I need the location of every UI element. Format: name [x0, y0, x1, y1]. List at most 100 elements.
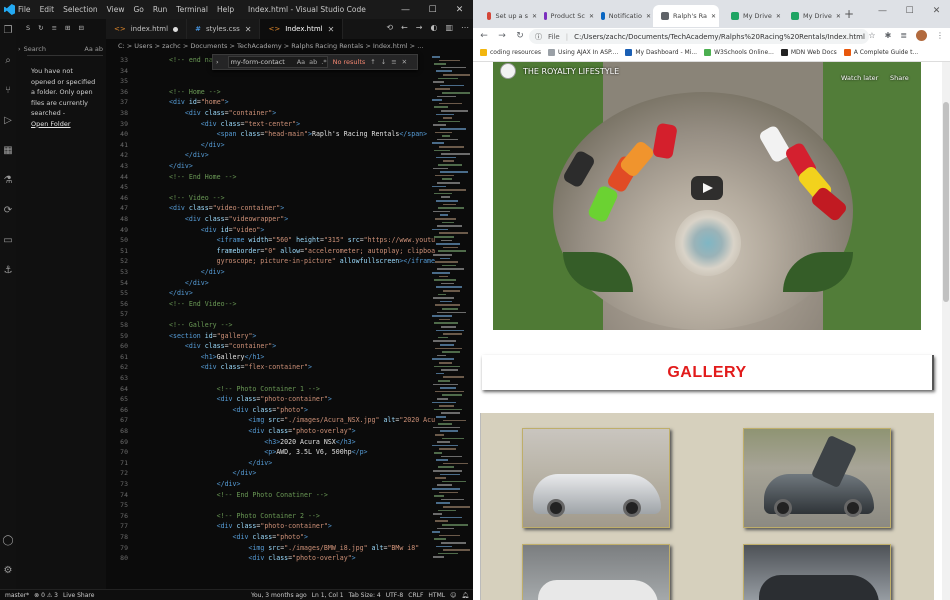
notifications-icon[interactable]: 🔔︎ — [461, 592, 469, 599]
close-tab-icon[interactable]: ✕ — [328, 25, 335, 34]
breadcrumb[interactable]: C: > Users > zachc > Documents > TechAca… — [106, 39, 473, 52]
feedback-icon[interactable]: ☺ — [450, 592, 456, 599]
maximize-icon[interactable]: ☐ — [896, 0, 923, 22]
code-line[interactable]: <!-- Photo Container 2 --> — [169, 512, 320, 520]
code-line[interactable]: </div> — [169, 480, 241, 488]
go-back-icon[interactable]: ← — [401, 23, 408, 32]
code-line[interactable]: <div class="photo-overlay"> — [169, 554, 355, 562]
code-line[interactable]: </div> — [169, 459, 272, 467]
split-editor-icon[interactable]: ▥ — [445, 23, 453, 32]
watch-later-button[interactable]: Watch later — [841, 74, 878, 82]
next-match-icon[interactable]: ↓ — [381, 58, 386, 66]
account-icon[interactable]: ◯ — [2, 535, 14, 547]
reading-list-icon[interactable]: ≣ — [900, 31, 907, 40]
code-line[interactable]: <div id="home"> — [169, 98, 229, 106]
eol-status[interactable]: CRLF — [408, 592, 423, 599]
reload-icon[interactable]: ↻ — [513, 29, 527, 43]
branch-status[interactable]: master* — [5, 592, 29, 599]
code-line[interactable]: <div class="container"> — [169, 109, 276, 117]
menu-item-terminal[interactable]: Terminal — [176, 5, 208, 14]
chrome-menu-icon[interactable]: ⋮ — [936, 31, 944, 40]
code-line[interactable]: <div class="photo-overlay"> — [169, 427, 355, 435]
bookmark-item[interactable]: W3Schools Online... — [704, 49, 774, 56]
page-scrollbar[interactable] — [942, 62, 950, 600]
code-line[interactable]: <div class="videowrapper"> — [169, 215, 288, 223]
scrollbar-thumb[interactable] — [943, 102, 949, 302]
clear-icon[interactable]: ≡ — [52, 24, 57, 32]
folder-icon[interactable]: ▭ — [2, 235, 14, 247]
code-line[interactable]: <!-- End Video--> — [169, 300, 237, 308]
find-in-selection-icon[interactable]: ≡ — [391, 58, 396, 66]
menu-item-run[interactable]: Run — [153, 5, 167, 14]
extensions-icon[interactable]: ▦ — [2, 145, 14, 157]
live-share-icon[interactable]: ⚓ — [2, 265, 14, 277]
code-line[interactable]: <!-- Home --> — [169, 88, 221, 96]
close-icon[interactable]: ✕ — [446, 0, 473, 19]
code-line[interactable]: gyroscope; picture-in-picture" allowfull… — [169, 257, 435, 265]
code-line[interactable]: </div> — [169, 162, 193, 170]
open-changes-icon[interactable]: ◐ — [430, 23, 437, 32]
new-search-icon[interactable]: ⊞ — [65, 24, 70, 32]
photo-car-4[interactable] — [743, 544, 891, 600]
code-line[interactable]: <div class="flex-container"> — [169, 363, 312, 371]
run-debug-icon[interactable]: ▷ — [2, 115, 14, 127]
menu-item-help[interactable]: Help — [217, 5, 234, 14]
whole-word-icon[interactable]: ab — [309, 58, 317, 66]
source-control-icon[interactable]: ⑂ — [2, 85, 14, 97]
menu-item-edit[interactable]: Edit — [40, 5, 55, 14]
code-line[interactable]: </div> — [169, 289, 193, 297]
live-share-status[interactable]: Live Share — [63, 592, 94, 599]
browser-tab[interactable]: Product Sc ✕ — [536, 5, 594, 27]
close-icon[interactable]: ✕ — [923, 0, 950, 22]
more-actions-icon[interactable]: ⋯ — [461, 23, 469, 32]
code-line[interactable]: </div> — [169, 151, 209, 159]
code-line[interactable]: <!-- end na — [169, 56, 213, 64]
bookmark-star-icon[interactable]: ☆ — [868, 31, 875, 40]
bookmark-item[interactable]: Using AJAX In ASP.... — [548, 49, 618, 56]
bookmark-item[interactable]: A Complete Guide t... — [843, 49, 918, 56]
minimize-icon[interactable]: — — [392, 0, 419, 19]
tab-index-html[interactable]: <> index.html — [106, 19, 188, 39]
close-tab-icon[interactable]: ✕ — [776, 13, 781, 20]
match-case-icon[interactable]: Aa — [297, 58, 305, 66]
code-line[interactable]: <div class="photo"> — [169, 406, 309, 414]
code-line[interactable]: <div class="text-center"> — [169, 120, 300, 128]
video-title[interactable]: THE ROYALTY LIFESTYLE — [523, 67, 619, 76]
bookmark-item[interactable]: coding resources — [480, 49, 541, 56]
code-line[interactable]: </div> — [169, 279, 209, 287]
git-blame-status[interactable]: You, 3 months ago — [251, 592, 307, 599]
browser-tab[interactable]: Notificatio ✕ — [593, 5, 651, 27]
refresh-icon[interactable]: ↻ — [38, 24, 43, 32]
extensions-puzzle-icon[interactable]: ✱ — [885, 31, 892, 40]
language-status[interactable]: HTML — [428, 592, 445, 599]
code-line[interactable]: <div class="photo-container"> — [169, 522, 332, 530]
photo-acura-nsx[interactable] — [522, 428, 670, 528]
code-line[interactable]: <span class="head-main">Raplh's Racing R… — [169, 130, 427, 138]
tab-size-status[interactable]: Tab Size: 4 — [349, 592, 381, 599]
close-tab-icon[interactable]: ✕ — [711, 13, 716, 20]
search-options[interactable]: Aa ab — [84, 45, 103, 53]
close-tab-icon[interactable]: ✕ — [245, 25, 252, 34]
photo-bmw-i8[interactable] — [743, 428, 891, 528]
code-line[interactable]: <img src="./images/Acura_NSX.jpg" alt="2… — [169, 416, 435, 424]
photo-car-3[interactable] — [522, 544, 670, 600]
code-line[interactable]: </div> — [169, 268, 225, 276]
find-input[interactable]: my-form-contact Aa ab .* — [227, 56, 328, 68]
code-line[interactable]: <p>AWD, 3.5L V6, 500hp</p> — [169, 448, 367, 456]
close-tab-icon[interactable]: ✕ — [836, 13, 841, 20]
code-line[interactable]: <div id="video"> — [169, 226, 265, 234]
unsaved-dot-icon[interactable] — [173, 26, 179, 32]
toggle-replace-icon[interactable]: › — [18, 45, 21, 53]
menu-item-file[interactable]: File — [18, 5, 31, 14]
bookmark-item[interactable]: MDN Web Docs — [780, 49, 837, 56]
encoding-status[interactable]: UTF-8 — [386, 592, 404, 599]
go-forward-icon[interactable]: → — [416, 23, 423, 32]
browser-tab[interactable]: My Drive ✕ — [723, 5, 781, 27]
code-line[interactable]: <!-- Video --> — [169, 194, 225, 202]
minimize-icon[interactable]: — — [869, 0, 896, 22]
bookmark-item[interactable]: My Dashboard - Mi... — [625, 49, 697, 56]
close-tab-icon[interactable]: ✕ — [646, 13, 651, 20]
share-button[interactable]: Share — [890, 74, 909, 82]
address-bar[interactable]: ⓘ File | C:/Users/zachc/Documents/TechAc… — [529, 29, 869, 44]
search-icon[interactable]: ⌕ — [2, 55, 14, 67]
